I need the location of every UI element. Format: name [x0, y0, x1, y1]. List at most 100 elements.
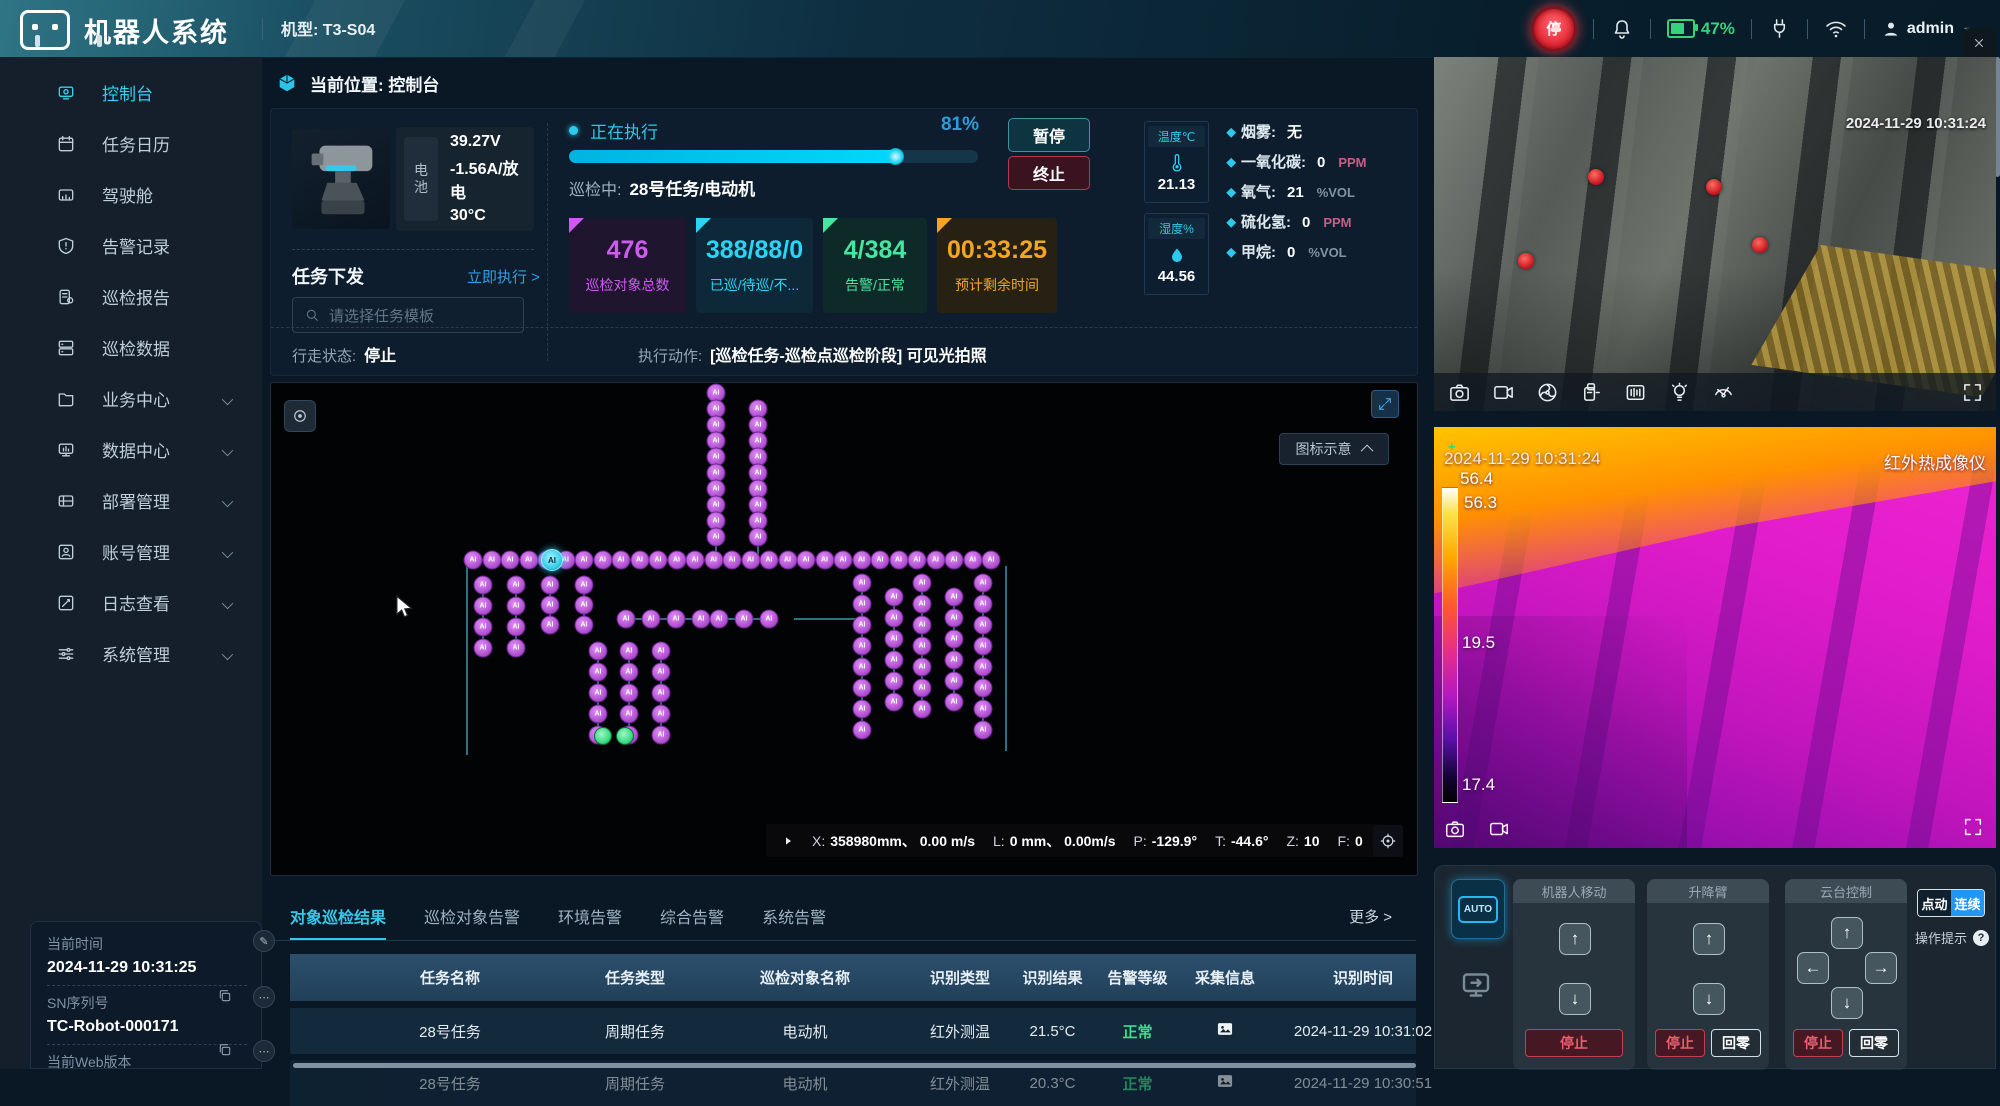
- play-icon[interactable]: [782, 835, 794, 847]
- thermal-fullscreen-icon[interactable]: [1962, 816, 1984, 838]
- map-locate-button[interactable]: [1373, 825, 1403, 857]
- inspection-point-node[interactable]: AI: [853, 721, 872, 740]
- sidebar-item-console[interactable]: 控制台: [0, 67, 262, 118]
- thermal-record-icon[interactable]: [1488, 818, 1510, 840]
- mode-continuous[interactable]: 连续: [1951, 890, 1984, 916]
- image-thumbnail-icon[interactable]: [1213, 1019, 1237, 1039]
- arrow-down-button[interactable]: ↓: [1693, 983, 1725, 1015]
- jog-continuous-toggle[interactable]: 点动 连续: [1917, 889, 1985, 917]
- image-thumbnail-icon[interactable]: [1213, 1071, 1237, 1091]
- inspection-point-node[interactable]: AI: [945, 609, 964, 628]
- inspection-point-node[interactable]: AI: [464, 551, 483, 570]
- stop-button[interactable]: 停止: [1655, 1029, 1705, 1057]
- inspection-point-node[interactable]: AI: [885, 651, 904, 670]
- emergency-stop-button[interactable]: 停: [1531, 6, 1577, 52]
- inspection-point-node[interactable]: AI: [735, 610, 754, 629]
- inspection-point-node[interactable]: AI: [612, 551, 631, 570]
- inspection-point-node[interactable]: AI: [482, 551, 501, 570]
- inspection-point-node[interactable]: AI: [710, 610, 729, 629]
- charge-point-node[interactable]: [594, 727, 612, 745]
- inspection-point-node[interactable]: AI: [852, 551, 871, 570]
- inspection-point-node[interactable]: AI: [885, 609, 904, 628]
- sidebar-item-system[interactable]: 系统管理: [0, 628, 262, 679]
- inspection-point-node[interactable]: AI: [963, 551, 982, 570]
- arrow-up-button[interactable]: ↑: [1559, 923, 1591, 955]
- thermal-camera-feed[interactable]: + 2024-11-29 10:31:24 红外热成像仪 56.4 56.3 1…: [1434, 427, 1996, 848]
- inspection-point-node[interactable]: AI: [815, 551, 834, 570]
- inspection-point-node[interactable]: AI: [913, 595, 932, 614]
- close-overlay-button[interactable]: [1962, 28, 1996, 58]
- inspection-point-node[interactable]: AI: [652, 642, 671, 661]
- sidebar-item-folder[interactable]: 业务中心: [0, 373, 262, 424]
- inspection-point-node[interactable]: AI: [974, 595, 993, 614]
- inspection-point-node[interactable]: AI: [885, 630, 904, 649]
- arrow-left-button[interactable]: ←: [1797, 952, 1829, 984]
- inspection-point-node[interactable]: AI: [741, 551, 760, 570]
- copy-web-icon[interactable]: [217, 1042, 233, 1058]
- inspection-point-node[interactable]: AI: [519, 551, 538, 570]
- visible-camera-feed[interactable]: 2024-11-29 10:31:24: [1434, 57, 1996, 411]
- inspection-point-node[interactable]: AI: [507, 576, 526, 595]
- inspection-point-node[interactable]: AI: [541, 596, 560, 615]
- table-row[interactable]: 28号任务周期任务电动机红外测温21.5°C正常2024-11-29 10:31…: [290, 1008, 1416, 1054]
- inspection-point-node[interactable]: AI: [707, 528, 726, 547]
- inspection-point-node[interactable]: AI: [908, 551, 927, 570]
- inspection-point-node[interactable]: AI: [913, 616, 932, 635]
- robot-current-node[interactable]: AI: [541, 549, 563, 571]
- inspection-point-node[interactable]: AI: [913, 574, 932, 593]
- inspection-point-node[interactable]: AI: [974, 616, 993, 635]
- user-menu[interactable]: admin: [1881, 19, 1974, 39]
- wiper-icon[interactable]: [1712, 381, 1735, 404]
- inspection-point-node[interactable]: AI: [853, 700, 872, 719]
- inspection-point-node[interactable]: AI: [945, 551, 964, 570]
- pause-button[interactable]: 暂停: [1008, 118, 1090, 152]
- inspection-point-node[interactable]: AI: [945, 672, 964, 691]
- zero-button[interactable]: 回零: [1711, 1029, 1761, 1057]
- inspection-point-node[interactable]: AI: [474, 597, 493, 616]
- legend-toggle-button[interactable]: 图标示意: [1279, 433, 1389, 465]
- inspection-point-node[interactable]: AI: [541, 616, 560, 635]
- inspection-point-node[interactable]: AI: [945, 651, 964, 670]
- inspection-point-node[interactable]: AI: [889, 551, 908, 570]
- map-view-button[interactable]: [284, 400, 316, 432]
- zero-button[interactable]: 回零: [1849, 1029, 1899, 1057]
- horizontal-scrollbar[interactable]: [293, 1063, 1416, 1068]
- sidebar-item-log[interactable]: 日志查看: [0, 577, 262, 628]
- inspection-point-node[interactable]: AI: [652, 705, 671, 724]
- inspection-point-node[interactable]: AI: [853, 637, 872, 656]
- camera-icon[interactable]: [1448, 381, 1471, 404]
- sidebar-item-cockpit[interactable]: 驾驶舱: [0, 169, 262, 220]
- mode-jog[interactable]: 点动: [1918, 890, 1951, 916]
- inspection-point-node[interactable]: AI: [913, 700, 932, 719]
- execute-now-link[interactable]: 立即执行 >: [467, 266, 540, 287]
- tab-1[interactable]: 巡检对象告警: [424, 904, 520, 941]
- arrow-up-button[interactable]: ↑: [1693, 923, 1725, 955]
- inspection-point-node[interactable]: AI: [652, 726, 671, 745]
- inspection-point-node[interactable]: AI: [871, 551, 890, 570]
- inspection-point-node[interactable]: AI: [974, 658, 993, 677]
- inspection-point-node[interactable]: AI: [885, 672, 904, 691]
- stop-button[interactable]: 停止: [1525, 1029, 1623, 1057]
- inspection-point-node[interactable]: AI: [507, 597, 526, 616]
- inspection-point-node[interactable]: AI: [575, 576, 594, 595]
- inspection-point-node[interactable]: AI: [589, 642, 608, 661]
- inspection-point-node[interactable]: AI: [667, 551, 686, 570]
- inspection-point-node[interactable]: AI: [620, 684, 639, 703]
- inspection-point-node[interactable]: AI: [593, 551, 612, 570]
- inspection-point-node[interactable]: AI: [974, 721, 993, 740]
- arrow-down-button[interactable]: ↓: [1831, 987, 1863, 1019]
- fullscreen-icon[interactable]: [1961, 381, 1984, 404]
- inspection-point-node[interactable]: AI: [913, 637, 932, 656]
- sidebar-item-data[interactable]: 巡检数据: [0, 322, 262, 373]
- inspection-point-node[interactable]: AI: [575, 596, 594, 615]
- thermal-snapshot-icon[interactable]: [1444, 818, 1466, 840]
- video-icon[interactable]: [1492, 381, 1515, 404]
- inspection-point-node[interactable]: AI: [723, 551, 742, 570]
- arrow-down-button[interactable]: ↓: [1559, 983, 1591, 1015]
- sidebar-item-calendar[interactable]: 任务日历: [0, 118, 262, 169]
- stop-button[interactable]: 停止: [1793, 1029, 1843, 1057]
- inspection-map[interactable]: AIAIAIAIAIAIAIAIAIAIAIAIAIAIAIAIAIAIAIAI…: [270, 382, 1418, 876]
- inspection-point-node[interactable]: AI: [760, 551, 779, 570]
- arrow-right-button[interactable]: →: [1865, 952, 1897, 984]
- inspection-point-node[interactable]: AI: [945, 588, 964, 607]
